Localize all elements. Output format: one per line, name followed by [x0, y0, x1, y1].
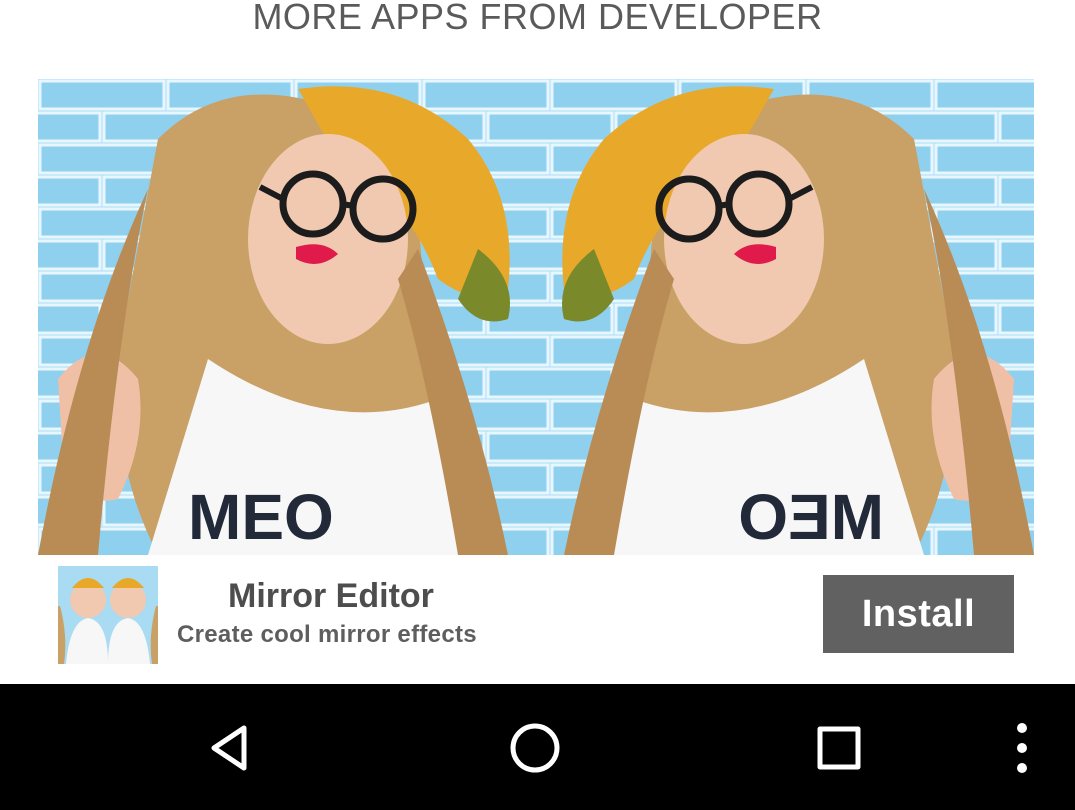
overflow-menu-button[interactable]	[982, 712, 1062, 784]
app-icon[interactable]	[58, 566, 158, 664]
recents-icon	[817, 726, 861, 770]
back-button[interactable]	[192, 712, 272, 784]
section-header: MORE APPS FROM DEVELOPER	[0, 0, 1075, 50]
recents-button[interactable]	[799, 712, 879, 784]
home-icon	[510, 723, 560, 773]
app-description: Create cool mirror effects	[177, 621, 477, 648]
install-button[interactable]: Install	[823, 575, 1014, 653]
system-navigation-bar	[0, 684, 1075, 810]
home-button[interactable]	[495, 712, 575, 784]
app-name: Mirror Editor	[228, 577, 434, 615]
promo-footer: Mirror Editor Create cool mirror effects…	[38, 555, 1034, 675]
app-promo-card[interactable]: MEO Mirror Editor Create cool mirror e	[38, 79, 1034, 675]
promo-banner-image[interactable]: MEO	[38, 79, 1034, 555]
section-title: MORE APPS FROM DEVELOPER	[252, 0, 823, 37]
overflow-menu-icon	[1017, 723, 1027, 773]
back-icon	[211, 725, 247, 771]
